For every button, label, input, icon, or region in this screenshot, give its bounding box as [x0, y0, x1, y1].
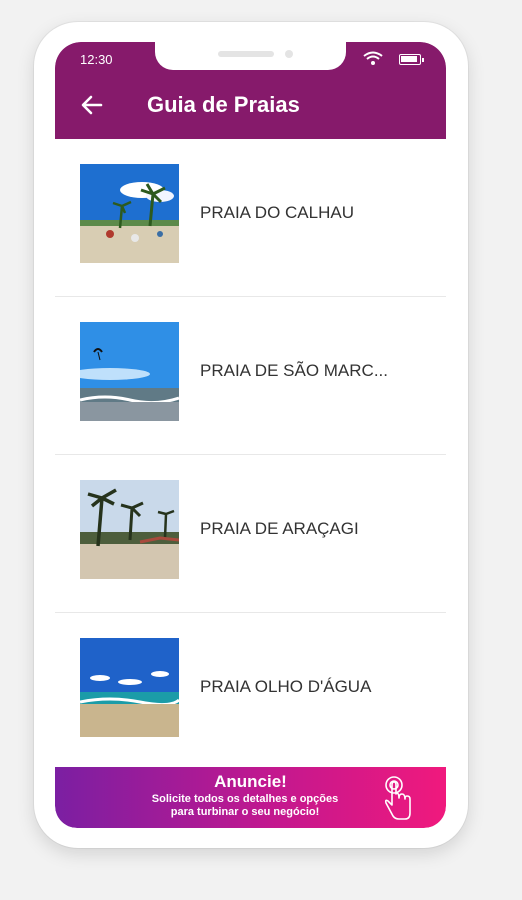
banner-line-2: para turbinar o seu negócio! — [170, 806, 320, 818]
back-arrow-icon[interactable] — [81, 94, 103, 116]
phone-notch — [155, 42, 346, 70]
beach-name: PRAIA OLHO D'ÁGUA — [200, 677, 372, 696]
app-header: 12:30 Guia de Praias — [55, 42, 446, 139]
banner-line-1: Solicite todos os detalhes e opções — [151, 793, 339, 805]
wifi-icon — [363, 51, 383, 65]
beach-name: PRAIA DO CALHAU — [200, 203, 354, 222]
beach-name: PRAIA DE SÃO MARC... — [200, 361, 388, 380]
page-title: Guia de Praias — [147, 92, 300, 117]
advertise-banner[interactable]: Anuncie! Solicite todos os detalhes e op… — [55, 767, 446, 828]
banner-text: Solicite todos os detalhes e opções para… — [125, 793, 365, 819]
list-item[interactable]: PRAIA DE ARAÇAGI — [55, 455, 446, 613]
front-camera — [285, 50, 293, 58]
beach-thumbnail — [80, 322, 179, 421]
beach-thumbnail — [80, 164, 179, 263]
tap-hand-icon — [384, 776, 411, 820]
battery-icon — [399, 54, 424, 65]
status-time: 12:30 — [80, 52, 113, 67]
beach-thumbnail — [80, 480, 179, 579]
beach-name: PRAIA DE ARAÇAGI — [200, 519, 359, 538]
beach-thumbnail — [80, 638, 179, 737]
beach-list: PRAIA DO CALHAU PRAIA DE SÃO MARC... PRA… — [55, 139, 446, 771]
list-item[interactable]: PRAIA OLHO D'ÁGUA — [55, 613, 446, 771]
list-item[interactable]: PRAIA DO CALHAU — [55, 139, 446, 297]
list-item[interactable]: PRAIA DE SÃO MARC... — [55, 297, 446, 455]
speaker-grille — [218, 51, 274, 57]
app-screen: 12:30 Guia de Praias PRAIA DO CALHAU PRA… — [55, 42, 446, 828]
